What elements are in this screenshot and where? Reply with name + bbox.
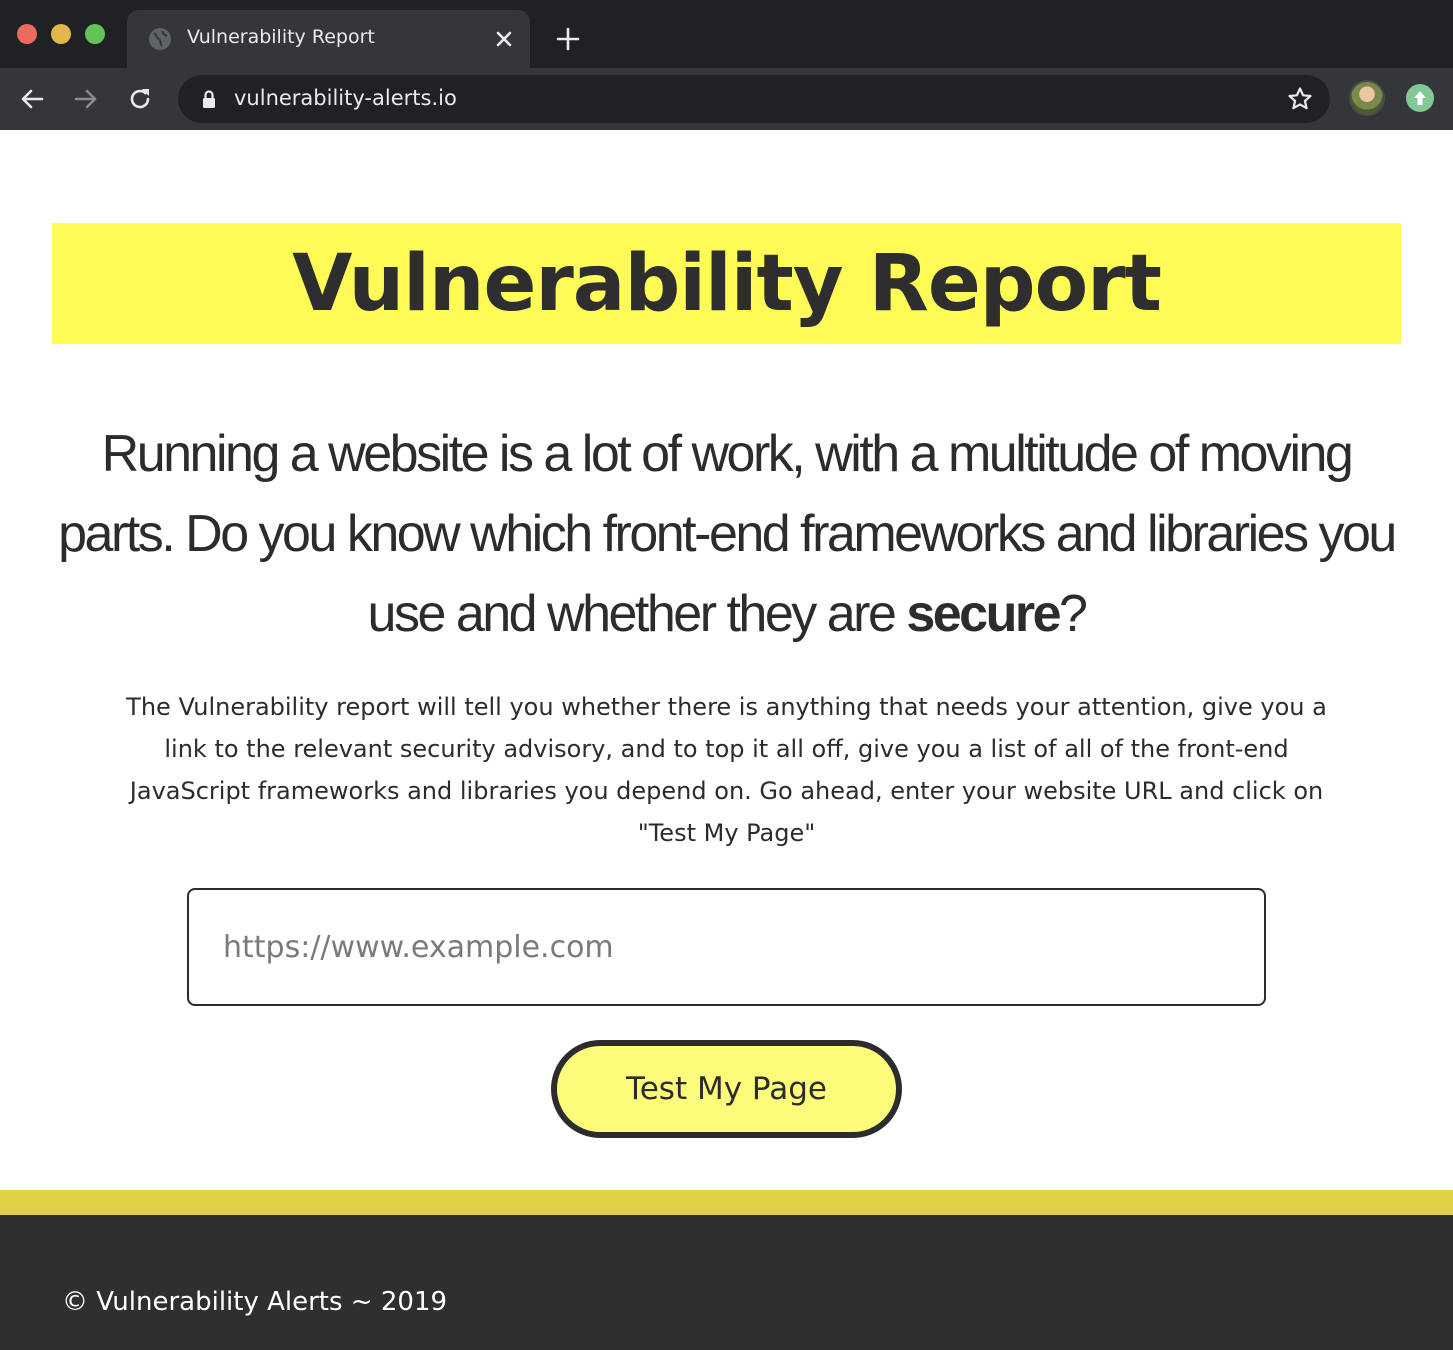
browser-toolbar: vulnerability-alerts.io — [0, 68, 1453, 130]
footer: © Vulnerability Alerts ~ 2019 — [0, 1215, 1453, 1350]
plus-icon[interactable] — [554, 25, 582, 53]
description-text: The Vulnerability report will tell you w… — [126, 693, 1327, 847]
website-url-input[interactable] — [187, 888, 1266, 1006]
hero-banner: Vulnerability Report — [52, 223, 1401, 344]
lead-text-end: ? — [1059, 585, 1088, 643]
star-icon[interactable] — [1286, 85, 1314, 113]
profile-avatar[interactable] — [1349, 80, 1385, 116]
lead-emphasis: secure — [906, 585, 1061, 643]
close-icon[interactable] — [492, 27, 516, 51]
forward-arrow-icon[interactable] — [72, 85, 100, 113]
reload-icon[interactable] — [126, 85, 154, 113]
lock-icon — [203, 90, 215, 108]
update-icon[interactable] — [1406, 84, 1434, 112]
browser-tab[interactable]: Vulnerability Report — [127, 10, 530, 68]
lead-text-main: Running a website is a lot of work, with… — [58, 425, 1397, 643]
address-bar[interactable]: vulnerability-alerts.io — [178, 75, 1330, 123]
maximize-window-button[interactable] — [85, 24, 105, 44]
minimize-window-button[interactable] — [51, 24, 71, 44]
close-window-button[interactable] — [17, 24, 37, 44]
lead-text: Running a website is a lot of work, with… — [52, 414, 1401, 654]
url-text: vulnerability-alerts.io — [234, 86, 457, 110]
footer-stripe — [0, 1190, 1453, 1215]
copyright-text: © Vulnerability Alerts ~ 2019 — [62, 1287, 448, 1317]
globe-icon — [149, 28, 171, 50]
back-arrow-icon[interactable] — [18, 85, 46, 113]
tab-title: Vulnerability Report — [187, 26, 375, 48]
test-my-page-button[interactable]: Test My Page — [551, 1040, 902, 1138]
browser-titlebar: Vulnerability Report — [0, 0, 1453, 68]
page-title: Vulnerability Report — [292, 238, 1162, 329]
